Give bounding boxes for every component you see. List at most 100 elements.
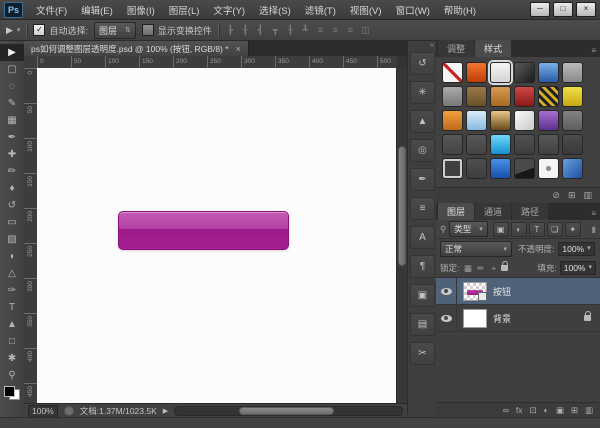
menu-item[interactable]: 图层(L) <box>162 0 207 19</box>
paragraph-panel-icon[interactable]: ¶ <box>410 255 435 278</box>
zoom-tool[interactable]: ⚲ <box>0 367 24 384</box>
style-swatch[interactable] <box>562 86 583 107</box>
eyedropper-tool[interactable]: ✒ <box>0 129 24 146</box>
tab-图层[interactable]: 图层 <box>438 203 474 220</box>
style-swatch[interactable] <box>466 62 487 83</box>
eraser-tool[interactable]: ▭ <box>0 214 24 231</box>
menu-item[interactable]: 文字(Y) <box>206 0 252 19</box>
quick-selection-tool[interactable]: ✎ <box>0 95 24 112</box>
adjustment-layer-icon[interactable]: ◐ <box>544 406 549 415</box>
magenta-button-graphic[interactable] <box>118 211 289 250</box>
style-swatch[interactable] <box>442 134 463 155</box>
layer-row[interactable]: 按钮 <box>436 278 600 305</box>
crop-tool[interactable]: ▦ <box>0 112 24 129</box>
brush-tool[interactable]: ✏ <box>0 163 24 180</box>
status-arrow-icon[interactable]: ▶ <box>163 407 168 415</box>
style-swatch[interactable] <box>490 158 511 179</box>
panel-menu-icon[interactable]: ≡ <box>591 209 600 220</box>
layer-mask-icon[interactable]: ⊡ <box>530 406 537 415</box>
lock-transparent-icon[interactable]: ▦ <box>462 263 473 274</box>
layer-row[interactable]: 背景 <box>436 305 600 332</box>
auto-select-checkbox[interactable]: ✓ 自动选择: <box>33 24 88 37</box>
filter-icon[interactable]: ✦ <box>565 222 581 237</box>
tab-通道[interactable]: 通道 <box>475 203 511 220</box>
fill-field[interactable]: 100% ▾ <box>560 261 596 275</box>
layer-style-icon[interactable]: fx <box>516 406 523 415</box>
style-swatch[interactable] <box>538 110 559 131</box>
new-style-icon[interactable]: ⊞ <box>568 191 576 200</box>
opacity-field[interactable]: 100% ▾ <box>558 242 594 256</box>
filter-icon[interactable]: ❏ <box>547 222 563 237</box>
minimize-button[interactable]: ─ <box>530 2 550 17</box>
style-swatch[interactable] <box>562 158 583 179</box>
notes-panel-icon[interactable]: ▤ <box>410 313 435 336</box>
style-swatch[interactable] <box>538 134 559 155</box>
dodge-tool[interactable]: △ <box>0 265 24 282</box>
checkbox-unchecked-icon[interactable]: ✓ <box>142 24 154 36</box>
history-panel-icon[interactable]: ↺ <box>410 52 435 75</box>
layer-comps-panel-icon[interactable]: ▣ <box>410 284 435 307</box>
style-swatch[interactable] <box>562 62 583 83</box>
link-layers-icon[interactable]: ∞ <box>503 406 509 415</box>
style-swatch[interactable] <box>538 62 559 83</box>
style-none[interactable] <box>442 62 463 83</box>
style-swatch[interactable] <box>442 86 463 107</box>
style-swatch[interactable] <box>514 62 535 83</box>
gradient-tool[interactable]: ▨ <box>0 231 24 248</box>
style-swatch[interactable] <box>442 110 463 131</box>
tab-调整[interactable]: 调整 <box>438 40 474 57</box>
filter-icon[interactable]: ▣ <box>493 222 509 237</box>
hand-tool[interactable]: ✱ <box>0 350 24 367</box>
menu-item[interactable]: 窗口(W) <box>389 0 437 19</box>
delete-layer-icon[interactable]: ▥ <box>585 406 593 415</box>
auto-select-target-dropdown[interactable]: 图层 ⇅ <box>94 22 136 39</box>
show-transform-checkbox[interactable]: ✓ 显示变换控件 <box>142 24 212 37</box>
info-panel-icon[interactable]: ◎ <box>410 139 435 162</box>
lasso-tool[interactable]: ◌ <box>0 78 24 95</box>
close-button[interactable]: × <box>576 2 596 17</box>
style-swatch[interactable] <box>490 134 511 155</box>
filter-kind-dropdown[interactable]: 类型 ▾ <box>449 221 488 237</box>
menu-item[interactable]: 滤镜(T) <box>298 0 343 19</box>
path-selection-tool[interactable]: ▲ <box>0 316 24 333</box>
menu-item[interactable]: 选择(S) <box>252 0 298 19</box>
layer-thumbnail[interactable] <box>463 309 487 328</box>
document-tab[interactable]: ps如何调整图层透明度.psd @ 100% (按钮, RGB/8) * × <box>24 41 249 56</box>
close-icon[interactable]: × <box>236 44 241 54</box>
layer-visibility-toggle[interactable] <box>436 278 457 304</box>
style-swatch[interactable] <box>442 158 463 179</box>
adjustments-panel-icon[interactable]: ✳ <box>410 81 435 104</box>
lock-position-icon[interactable]: + <box>488 263 499 273</box>
lock-all-icon[interactable] <box>501 265 508 271</box>
style-swatch[interactable] <box>514 158 535 179</box>
layer-thumbnail[interactable] <box>463 282 487 301</box>
healing-brush-tool[interactable]: ✚ <box>0 146 24 163</box>
shape-tool[interactable]: □ <box>0 333 24 350</box>
menu-item[interactable]: 帮助(H) <box>437 0 483 19</box>
style-swatch[interactable] <box>466 110 487 131</box>
horizontal-scrollbar-thumb[interactable] <box>239 407 334 415</box>
zoom-level[interactable]: 100% <box>28 405 58 418</box>
style-swatch[interactable] <box>562 110 583 131</box>
style-swatch[interactable] <box>514 110 535 131</box>
filter-icon[interactable]: ◐ <box>511 222 527 237</box>
menu-item[interactable]: 视图(V) <box>343 0 389 19</box>
lock-pixels-icon[interactable]: ✏ <box>475 263 486 274</box>
style-swatch[interactable] <box>490 62 511 83</box>
new-layer-icon[interactable]: ⊞ <box>571 406 578 415</box>
style-swatch[interactable] <box>514 134 535 155</box>
foreground-color-swatch[interactable] <box>4 386 15 397</box>
horizontal-scrollbar[interactable] <box>174 406 403 416</box>
style-swatch[interactable] <box>490 110 511 131</box>
style-swatch[interactable] <box>466 134 487 155</box>
measure-panel-icon[interactable]: ✂ <box>410 342 435 365</box>
panel-menu-icon[interactable]: ≡ <box>591 46 600 57</box>
style-swatch[interactable] <box>466 86 487 107</box>
vertical-scrollbar[interactable] <box>396 68 407 404</box>
tool-presets-panel-icon[interactable]: ✒ <box>410 168 435 191</box>
checkbox-checked-icon[interactable]: ✓ <box>33 24 45 36</box>
tab-路径[interactable]: 路径 <box>512 203 548 220</box>
menu-item[interactable]: 文件(F) <box>29 0 74 19</box>
canvas[interactable] <box>37 68 397 404</box>
clear-style-icon[interactable]: ⊘ <box>552 191 560 200</box>
